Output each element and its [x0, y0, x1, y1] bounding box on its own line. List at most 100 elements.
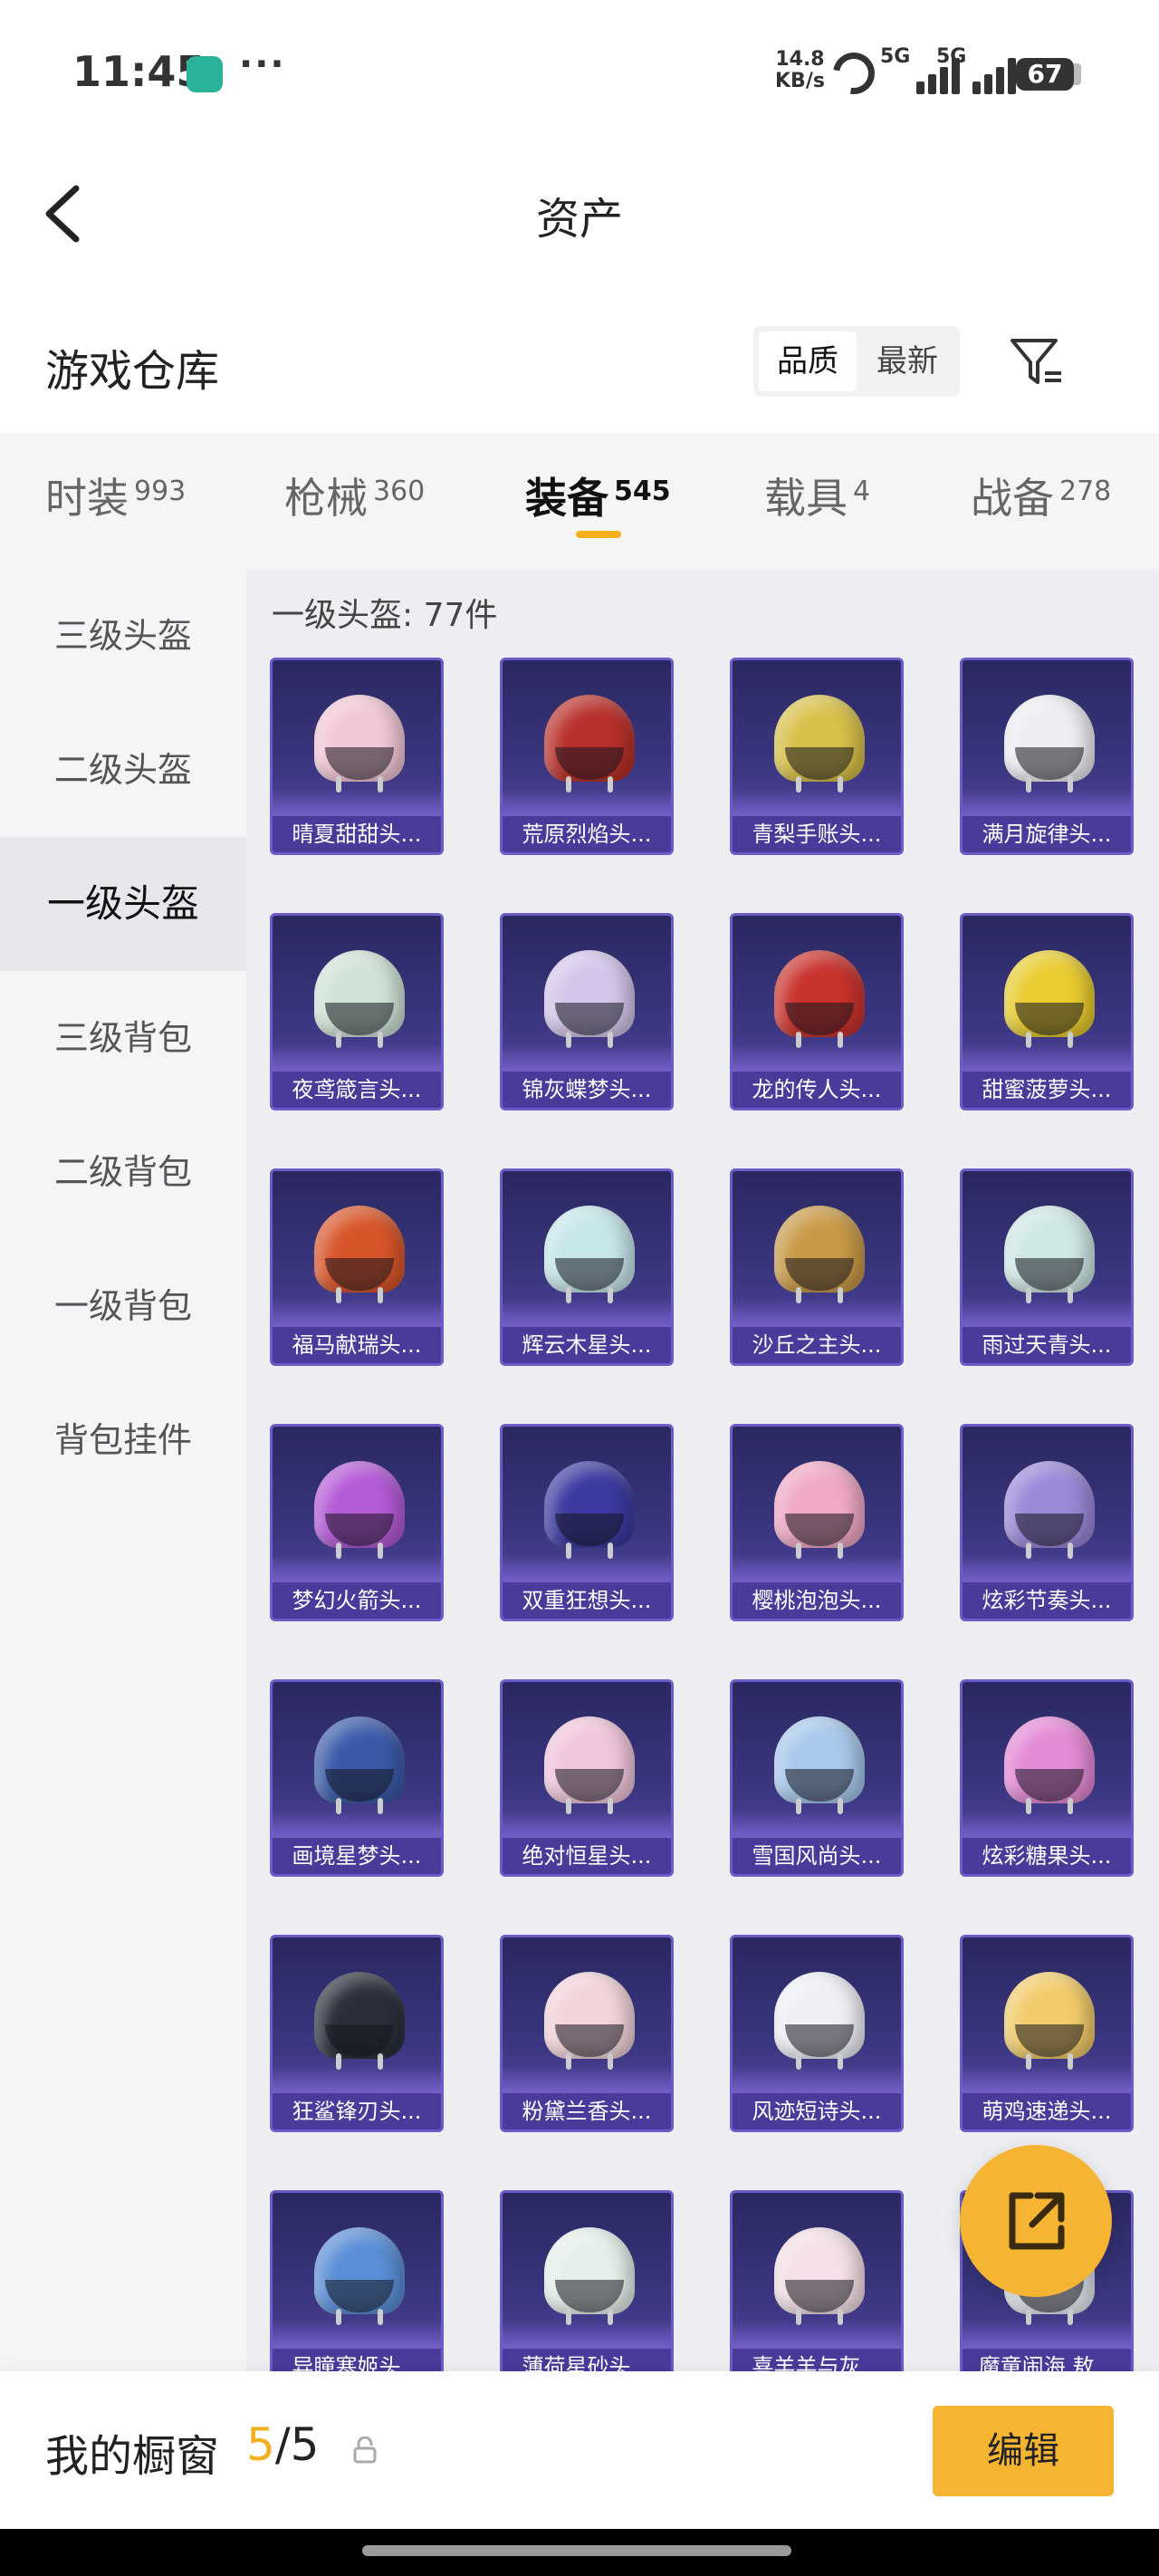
item-card[interactable]: 青梨手账头... [730, 658, 904, 855]
item-card[interactable]: 绝对恒星头... [500, 1679, 674, 1877]
tab-equipment[interactable]: 装备 545 [525, 466, 671, 525]
helmet-strap [566, 2309, 571, 2325]
category-tabs: 时装 993 枪械 360 装备 545 载具 4 战备 278 [0, 433, 1159, 569]
item-card[interactable]: 粉黛兰香头... [500, 1935, 674, 2132]
helmet-strap [566, 2053, 571, 2070]
share-external-icon [1009, 2192, 1065, 2250]
item-card[interactable]: 锦灰蝶梦头... [500, 913, 674, 1110]
card-glow [503, 2321, 671, 2349]
share-button[interactable] [960, 2145, 1112, 2297]
item-card[interactable]: 辉云木星头... [500, 1168, 674, 1366]
item-name: 青梨手账头... [733, 816, 901, 852]
card-glow [503, 789, 671, 816]
item-card[interactable]: 荒原烈焰头... [500, 658, 674, 855]
item-card[interactable]: 甜蜜菠萝头... [960, 913, 1134, 1110]
helmet-strap [1068, 2309, 1073, 2325]
filter-button[interactable] [1007, 333, 1065, 391]
helmet-strap [608, 1798, 613, 1814]
tab-vehicles[interactable]: 载具 4 [764, 466, 870, 525]
card-glow [963, 1555, 1131, 1582]
status-bar: 11:45 ··· 14.8 KB/s 5G 5G 67 [0, 0, 1159, 145]
sidebar-item-level1-helmet[interactable]: 一级头盔 [0, 837, 246, 971]
helmet-strap [566, 1287, 571, 1303]
helmet-strap [838, 776, 843, 793]
item-card[interactable]: 晴夏甜甜头... [270, 658, 444, 855]
item-name: 雪国风尚头... [733, 1838, 901, 1874]
item-name: 异瞳寒姬头... [273, 2349, 441, 2371]
item-card[interactable]: 双重狂想头... [500, 1424, 674, 1621]
sub-category-sidebar: 三级头盔 二级头盔 一级头盔 三级背包 二级背包 一级背包 背包挂件 [0, 569, 246, 2371]
helmet-strap [796, 2053, 801, 2070]
item-card[interactable]: 雪国风尚头... [730, 1679, 904, 1877]
item-name: 晴夏甜甜头... [273, 816, 441, 852]
helmet-strap [838, 1032, 843, 1048]
item-card[interactable]: 风迹短诗头... [730, 1935, 904, 2132]
helmet-strap [336, 2053, 341, 2070]
showcase-current: 5 [246, 2418, 275, 2471]
edit-button[interactable]: 编辑 [933, 2406, 1114, 2496]
sidebar-item-level1-backpack[interactable]: 一级背包 [0, 1239, 246, 1373]
helmet-strap [796, 2309, 801, 2325]
back-button[interactable] [36, 178, 91, 250]
item-card[interactable]: 喜羊羊与灰... [730, 2190, 904, 2371]
item-card[interactable]: 雨过天青头... [960, 1168, 1134, 1366]
sidebar-item-level3-backpack[interactable]: 三级背包 [0, 971, 246, 1105]
network-speed: 14.8 KB/s [775, 49, 825, 92]
item-card[interactable]: 梦幻火箭头... [270, 1424, 444, 1621]
item-card[interactable]: 夜鸢箴言头... [270, 913, 444, 1110]
helmet-strap [566, 1543, 571, 1559]
item-name: 画境星梦头... [273, 1838, 441, 1874]
sort-by-quality-button[interactable]: 品质 [759, 332, 857, 391]
helmet-strap [796, 1287, 801, 1303]
item-card[interactable]: 樱桃泡泡头... [730, 1424, 904, 1621]
sidebar-item-backpack-charm[interactable]: 背包挂件 [0, 1373, 246, 1507]
helmet-strap [336, 776, 341, 793]
card-glow [733, 1044, 901, 1072]
sidebar-item-level3-helmet[interactable]: 三级头盔 [0, 569, 246, 703]
item-name: 夜鸢箴言头... [273, 1072, 441, 1108]
tab-combat-gear[interactable]: 战备 278 [971, 466, 1111, 525]
item-name: 沙丘之主头... [733, 1327, 901, 1363]
item-card[interactable]: 萌鸡速递头... [960, 1935, 1134, 2132]
item-card[interactable]: 画境星梦头... [270, 1679, 444, 1877]
item-name: 福马献瑞头... [273, 1327, 441, 1363]
battery-icon: 67 [1016, 58, 1074, 91]
helmet-strap [838, 1543, 843, 1559]
card-glow [733, 2321, 901, 2349]
item-name: 喜羊羊与灰... [733, 2349, 901, 2371]
item-card[interactable]: 沙丘之主头... [730, 1168, 904, 1366]
item-card[interactable]: 满月旋律头... [960, 658, 1134, 855]
helmet-strap [838, 1798, 843, 1814]
item-card[interactable]: 福马献瑞头... [270, 1168, 444, 1366]
item-card[interactable]: 炫彩节奏头... [960, 1424, 1134, 1621]
item-card[interactable]: 异瞳寒姬头... [270, 2190, 444, 2371]
helmet-strap [378, 1543, 383, 1559]
home-indicator[interactable] [362, 2545, 791, 2556]
helmet-strap [1026, 2053, 1031, 2070]
tab-fashion[interactable]: 时装 993 [45, 466, 186, 525]
item-card[interactable]: 狂鲨锋刃头... [270, 1935, 444, 2132]
tab-guns[interactable]: 枪械 360 [284, 466, 425, 525]
helmet-strap [608, 1287, 613, 1303]
helmet-strap [336, 1032, 341, 1048]
card-glow [503, 2066, 671, 2093]
helmet-strap [608, 2309, 613, 2325]
item-name: 雨过天青头... [963, 1327, 1131, 1363]
helmet-strap [378, 1287, 383, 1303]
helmet-strap [336, 2309, 341, 2325]
helmet-strap [838, 2053, 843, 2070]
item-name: 双重狂想头... [503, 1582, 671, 1619]
sort-by-latest-button[interactable]: 最新 [858, 332, 956, 391]
item-name: 狂鲨锋刃头... [273, 2093, 441, 2129]
item-card[interactable]: 龙的传人头... [730, 913, 904, 1110]
item-card[interactable]: 炫彩糖果头... [960, 1679, 1134, 1877]
helmet-strap [1068, 1543, 1073, 1559]
helmet-strap [608, 776, 613, 793]
item-card[interactable]: 薄荷星砂头... [500, 2190, 674, 2371]
card-glow [963, 1044, 1131, 1072]
sidebar-item-level2-backpack[interactable]: 二级背包 [0, 1105, 246, 1239]
active-tab-indicator [576, 531, 621, 538]
page-title: 资产 [535, 194, 623, 245]
sidebar-item-level2-helmet[interactable]: 二级头盔 [0, 703, 246, 837]
card-glow [963, 1811, 1131, 1838]
